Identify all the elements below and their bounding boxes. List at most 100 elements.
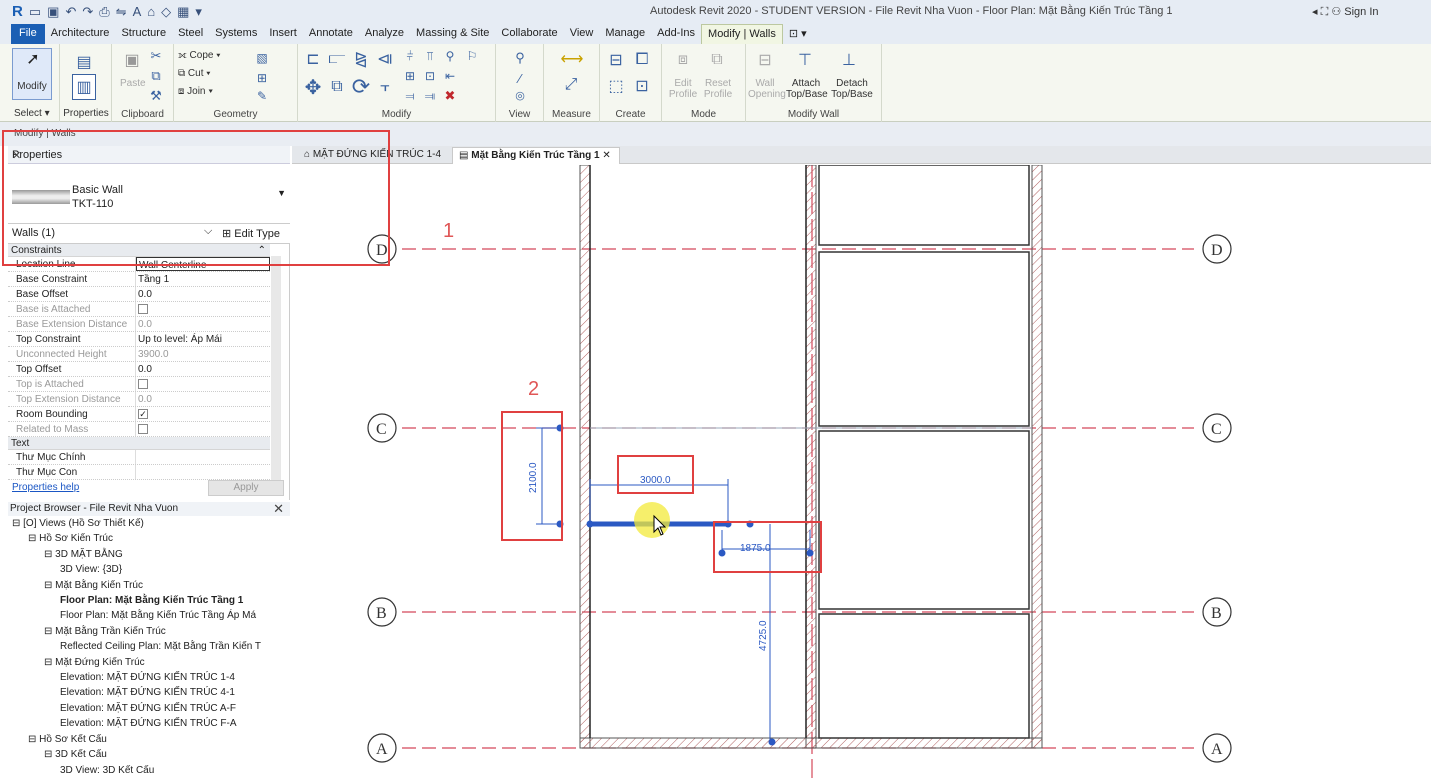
grid-label-a-left[interactable]: A — [376, 741, 388, 758]
drawing-canvas[interactable]: 3000.0 1875.0 2100.0 4725.0 D C B A D C … — [292, 164, 1431, 778]
property-value[interactable]: 3900.0 — [136, 347, 270, 361]
create-similar-icon[interactable]: ⊡ — [630, 74, 654, 98]
browser-tree-item[interactable]: Reflected Ceiling Plan: Mặt Bằng Trần Ki… — [8, 639, 290, 654]
paint-icon[interactable]: ✎ — [254, 88, 270, 104]
save-icon[interactable]: ▣ — [47, 4, 59, 20]
tab-architecture[interactable]: Architecture — [45, 24, 116, 44]
tab-view[interactable]: View — [564, 24, 600, 44]
paste-icon[interactable]: ▣ — [120, 48, 144, 72]
wall-joins-icon[interactable]: ⊞ — [254, 70, 270, 86]
property-value[interactable]: Up to level: Áp Mái — [136, 332, 270, 346]
measure-tool-icon[interactable]: ⟷ — [552, 48, 592, 70]
browser-tree-item[interactable]: Elevation: MẶT ĐỨNG KIẾN TRÚC A-F — [8, 701, 290, 716]
browser-tree-item[interactable]: 3D View: 3D Kết Cấu — [8, 763, 290, 778]
trim-single-icon[interactable]: ⫤ — [402, 88, 418, 104]
linework-icon[interactable]: ∕ — [510, 68, 530, 88]
grid-label-b-right[interactable]: B — [1211, 605, 1222, 622]
properties-icon[interactable]: ▥ — [72, 74, 96, 100]
properties-scrollbar[interactable] — [271, 256, 281, 481]
qat-dropdown-icon[interactable]: ▾ — [195, 4, 202, 20]
grid-heads[interactable]: D C B A D C B A — [367, 234, 1232, 763]
close-icon[interactable]: ✕ — [602, 150, 610, 161]
tab-steel[interactable]: Steel — [172, 24, 209, 44]
attach-top-base-icon[interactable]: ⊤ — [794, 48, 816, 72]
checkbox[interactable]: ✓ — [138, 409, 148, 419]
property-value[interactable]: 0.0 — [136, 392, 270, 406]
scale-icon[interactable]: ⊡ — [422, 68, 438, 84]
properties-help-link[interactable]: Properties help — [12, 482, 79, 493]
checkbox[interactable] — [138, 379, 148, 389]
tab-massing-site[interactable]: Massing & Site — [410, 24, 495, 44]
property-value[interactable] — [136, 465, 270, 479]
property-value[interactable] — [136, 450, 270, 464]
browser-tree-item[interactable]: ⊟ Mặt Đứng Kiến Trúc — [8, 655, 290, 670]
property-row[interactable]: Thư Mục Chính — [8, 450, 270, 465]
browser-tree-item[interactable]: ⊟ 3D Kết Cấu — [8, 747, 290, 762]
grid-label-d-right[interactable]: D — [1211, 242, 1223, 259]
measure-icon[interactable]: ⇋ — [116, 4, 127, 20]
browser-tree-item[interactable]: ⊟ Hồ Sơ Kiến Trúc — [8, 531, 290, 546]
browser-tree-item[interactable]: ⊟ Mặt Bằng Trần Kiến Trúc — [8, 624, 290, 639]
tab-insert[interactable]: Insert — [263, 24, 303, 44]
section-icon[interactable]: ◇ — [161, 4, 171, 20]
tab-annotate[interactable]: Annotate — [303, 24, 359, 44]
trim-multiple-icon[interactable]: ⫥ — [422, 88, 438, 104]
rotate-icon[interactable]: ⟳ — [350, 74, 372, 99]
pin-icon[interactable]: ⚲ — [442, 48, 458, 64]
split-face-icon[interactable]: ▧ — [254, 50, 270, 66]
text-icon[interactable]: A — [133, 4, 142, 20]
array-icon[interactable]: ⊞ — [402, 68, 418, 84]
edit-profile-icon[interactable]: ⧈ — [672, 48, 694, 72]
tab-collaborate[interactable]: Collaborate — [495, 24, 563, 44]
unpin-icon[interactable]: ⇤ — [442, 68, 458, 84]
tab-structure[interactable]: Structure — [115, 24, 172, 44]
tab-manage[interactable]: Manage — [599, 24, 651, 44]
dimension-icon[interactable]: ⤢ — [554, 74, 588, 96]
modify-button[interactable]: ➚ Modify — [12, 48, 52, 100]
move-icon[interactable]: ✥ — [302, 76, 324, 99]
trim-extend-icon[interactable]: ⫟ — [374, 76, 396, 98]
split-gap-icon[interactable]: ⫪ — [422, 48, 438, 64]
apply-button[interactable]: Apply — [208, 480, 284, 496]
browser-tree-item[interactable]: Floor Plan: Mặt Bằng Kiến Trúc Tầng 1 — [8, 593, 290, 608]
property-value[interactable]: Tầng 1 — [136, 272, 270, 286]
close-hidden-icon[interactable]: ▦ — [177, 4, 189, 20]
property-row[interactable]: Base Extension Distance 0.0 — [8, 317, 270, 332]
property-value[interactable] — [136, 302, 270, 316]
property-value[interactable] — [136, 422, 270, 436]
create-group-icon[interactable]: ⬚ — [604, 74, 628, 98]
delete-icon[interactable]: ✖ — [442, 88, 458, 104]
create-assembly-icon[interactable]: ⊟ — [604, 48, 628, 72]
browser-tree-item[interactable]: ⊟ [O] Views (Hồ Sơ Thiết Kế) — [8, 516, 290, 531]
property-value[interactable] — [136, 377, 270, 391]
join-button[interactable]: ⧈ Join ▾ — [178, 86, 248, 97]
select-dropdown[interactable]: Select ▾ — [14, 108, 50, 119]
property-row[interactable]: Base Constraint Tầng 1 — [8, 272, 270, 287]
floor-plan-drawing[interactable]: 3000.0 1875.0 2100.0 4725.0 D C B A D C … — [292, 164, 1431, 778]
property-row[interactable]: Top is Attached — [8, 377, 270, 392]
copy-icon[interactable]: ⧉ — [148, 68, 164, 84]
browser-tree-item[interactable]: Floor Plan: Mặt Bằng Kiến Trúc Tầng Áp M… — [8, 608, 290, 623]
browser-tree-item[interactable]: ⊟ Hồ Sơ Kết Cấu — [8, 732, 290, 747]
detach-top-base-icon[interactable]: ⊥ — [838, 48, 860, 72]
view-tab-floor-plan[interactable]: ▤ Mặt Bằng Kiến Trúc Tầng 1 ✕ — [452, 147, 620, 164]
sign-in-button[interactable]: ◂ ⛶ ⚇ Sign In — [1312, 5, 1379, 19]
cut-button[interactable]: ⧉ Cut ▾ — [178, 68, 248, 79]
ribbon-options-icon[interactable]: ⊡ ▾ — [783, 24, 813, 44]
split-icon[interactable]: ⫩ — [402, 48, 418, 64]
tab-add-ins[interactable]: Add-Ins — [651, 24, 701, 44]
tab-systems[interactable]: Systems — [209, 24, 263, 44]
redo-icon[interactable]: ↷ — [82, 4, 93, 20]
cope-button[interactable]: ⟗ Cope ▾ — [178, 50, 248, 61]
checkbox[interactable] — [138, 424, 148, 434]
property-row[interactable]: Top Offset 0.0 — [8, 362, 270, 377]
print-icon[interactable]: ⎙ — [99, 4, 109, 20]
tab-modify-walls[interactable]: Modify | Walls — [701, 24, 783, 44]
property-row[interactable]: Base is Attached — [8, 302, 270, 317]
match-properties-icon[interactable]: ⚒ — [148, 88, 164, 104]
browser-tree-item[interactable]: ⊟ 3D MẶT BẰNG — [8, 547, 290, 562]
property-row[interactable]: Unconnected Height 3900.0 — [8, 347, 270, 362]
create-parts-icon[interactable]: ⧠ — [630, 48, 654, 72]
browser-tree-item[interactable]: ⊟ Mặt Bằng Kiến Trúc — [8, 578, 290, 593]
close-icon[interactable]: ✕ — [273, 502, 284, 516]
